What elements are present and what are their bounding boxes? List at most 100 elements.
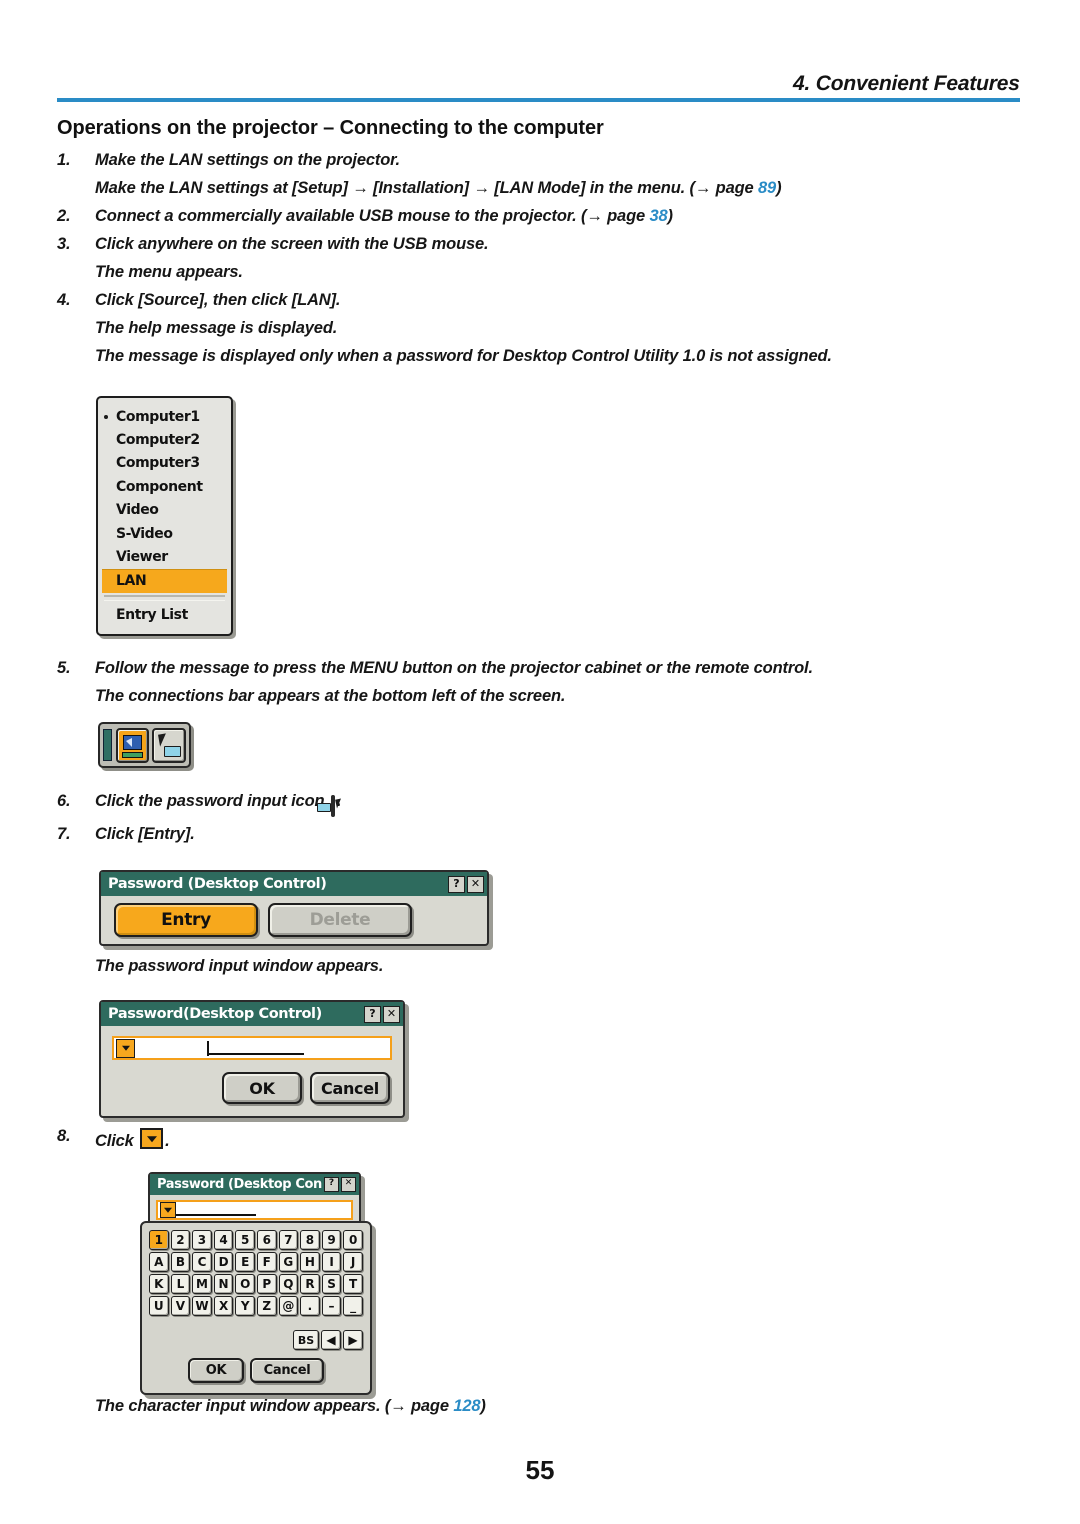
keyboard-row-k-t: K L M N O P Q R S T <box>149 1274 363 1294</box>
cancel-button[interactable]: Cancel <box>250 1358 324 1383</box>
page-header: 4. Convenient Features <box>57 72 1020 96</box>
key-j[interactable]: J <box>343 1252 363 1272</box>
key-l[interactable]: L <box>170 1274 191 1294</box>
step-7-detail: The password input window appears. <box>57 958 1022 975</box>
key-7[interactable]: 7 <box>278 1230 299 1250</box>
key-x[interactable]: X <box>213 1296 234 1316</box>
step-text-main: Click the password input icon <box>95 792 325 810</box>
step-number: 4. <box>57 291 71 309</box>
connections-bar[interactable] <box>98 722 191 768</box>
key-e[interactable]: E <box>235 1252 255 1272</box>
ok-button[interactable]: OK <box>188 1358 244 1383</box>
password-field[interactable] <box>112 1036 392 1060</box>
key-6[interactable]: 6 <box>256 1230 277 1250</box>
step-text: Click the password input icon . <box>95 792 1022 817</box>
password-input-cursor-icon[interactable] <box>152 727 187 763</box>
on-screen-keyboard[interactable]: 1 2 3 4 5 6 7 8 9 0 A B C D E F G H I J … <box>140 1221 372 1395</box>
key-n[interactable]: N <box>213 1274 234 1294</box>
step-8: 8. Click . <box>57 1128 1022 1150</box>
key-w[interactable]: W <box>192 1296 212 1316</box>
projector-display-icon[interactable] <box>115 727 150 763</box>
help-icon[interactable]: ? <box>448 875 465 893</box>
step-number: 2. <box>57 207 71 225</box>
key-4[interactable]: 4 <box>213 1230 234 1250</box>
close-icon[interactable]: ✕ <box>341 1177 356 1192</box>
source-menu-item-entry-list[interactable]: Entry List <box>98 603 231 626</box>
connections-bar-grip[interactable] <box>103 729 112 761</box>
key-hyphen[interactable]: – <box>321 1296 342 1316</box>
key-o[interactable]: O <box>235 1274 255 1294</box>
step-text-suffix: ) <box>667 207 674 225</box>
source-menu-item-s-video[interactable]: S-Video <box>98 522 231 545</box>
page-reference: 89 <box>758 179 777 197</box>
key-r[interactable]: R <box>300 1274 320 1294</box>
key-period[interactable]: . <box>300 1296 320 1316</box>
step-4-detail-1: The help message is displayed. <box>57 320 1022 337</box>
key-2[interactable]: 2 <box>170 1230 191 1250</box>
monitor-base-glyph-icon <box>121 751 143 758</box>
source-menu-label: Computer1 <box>116 408 200 425</box>
arrow-left-icon[interactable]: ◀ <box>321 1330 341 1350</box>
key-3[interactable]: 3 <box>192 1230 212 1250</box>
key-a[interactable]: A <box>149 1252 169 1272</box>
key-d[interactable]: D <box>213 1252 234 1272</box>
key-u[interactable]: U <box>149 1296 169 1316</box>
delete-button[interactable]: Delete <box>268 903 412 937</box>
key-5[interactable]: 5 <box>235 1230 255 1250</box>
character-input-dialog[interactable]: Password (Desktop Contr ? ✕ <box>148 1172 361 1226</box>
dialog-button-row: OK Cancel <box>112 1072 392 1104</box>
source-menu-item-lan[interactable]: LAN <box>102 568 227 594</box>
dialog-title: Password (Desktop Contr <box>157 1177 322 1192</box>
key-b[interactable]: B <box>170 1252 191 1272</box>
source-menu-item-video[interactable]: Video <box>98 499 231 522</box>
source-menu-item-computer1[interactable]: Computer1 <box>98 405 231 428</box>
arrow-right-icon[interactable]: ▶ <box>343 1330 363 1350</box>
password-desktop-control-dialog[interactable]: Password (Desktop Control) ? ✕ Entry Del… <box>99 870 489 946</box>
entry-button[interactable]: Entry <box>114 903 258 937</box>
dialog-body: Entry Delete <box>101 896 487 944</box>
password-input-dialog[interactable]: Password(Desktop Control) ? ✕ OK Cancel <box>99 1000 405 1118</box>
source-menu[interactable]: Computer1 Computer2 Computer3 Component … <box>96 396 233 636</box>
key-p[interactable]: P <box>256 1274 277 1294</box>
step-text-main: Make the LAN settings at [Setup] → [Inst… <box>95 179 759 197</box>
password-field[interactable] <box>156 1200 353 1220</box>
step-5-detail: The connections bar appears at the botto… <box>57 688 1022 705</box>
step-text: Make the LAN settings on the projector. <box>95 151 400 169</box>
key-1[interactable]: 1 <box>149 1230 169 1250</box>
key-underscore[interactable]: _ <box>343 1296 363 1316</box>
help-icon[interactable]: ? <box>364 1005 381 1023</box>
source-menu-item-viewer[interactable]: Viewer <box>98 545 231 568</box>
dialog-title-bar: Password (Desktop Control) ? ✕ <box>101 872 487 896</box>
cancel-button[interactable]: Cancel <box>310 1072 390 1104</box>
key-c[interactable]: C <box>192 1252 212 1272</box>
ok-button[interactable]: OK <box>222 1072 302 1104</box>
step-text: The help message is displayed. <box>95 319 338 337</box>
key-h[interactable]: H <box>300 1252 320 1272</box>
key-at[interactable]: @ <box>278 1296 299 1316</box>
key-g[interactable]: G <box>278 1252 299 1272</box>
key-f[interactable]: F <box>256 1252 277 1272</box>
key-v[interactable]: V <box>170 1296 191 1316</box>
backspace-key[interactable]: BS <box>293 1330 319 1350</box>
source-menu-item-computer2[interactable]: Computer2 <box>98 428 231 451</box>
chevron-down-icon[interactable] <box>116 1038 135 1058</box>
key-s[interactable]: S <box>321 1274 342 1294</box>
help-icon[interactable]: ? <box>324 1177 339 1192</box>
instruction-steps-3: 6. Click the password input icon . 7. Cl… <box>57 793 1022 854</box>
key-m[interactable]: M <box>192 1274 212 1294</box>
key-q[interactable]: Q <box>278 1274 299 1294</box>
key-y[interactable]: Y <box>235 1296 255 1316</box>
close-icon[interactable]: ✕ <box>383 1005 400 1023</box>
key-k[interactable]: K <box>149 1274 169 1294</box>
source-menu-item-component[interactable]: Component <box>98 475 231 498</box>
key-i[interactable]: I <box>321 1252 342 1272</box>
source-menu-item-computer3[interactable]: Computer3 <box>98 452 231 475</box>
key-z[interactable]: Z <box>256 1296 277 1316</box>
chevron-down-icon[interactable] <box>160 1202 176 1218</box>
key-0[interactable]: 0 <box>343 1230 363 1250</box>
close-icon[interactable]: ✕ <box>467 875 484 893</box>
key-9[interactable]: 9 <box>321 1230 342 1250</box>
key-t[interactable]: T <box>343 1274 363 1294</box>
step-text: Click . <box>95 1128 1022 1150</box>
key-8[interactable]: 8 <box>300 1230 320 1250</box>
